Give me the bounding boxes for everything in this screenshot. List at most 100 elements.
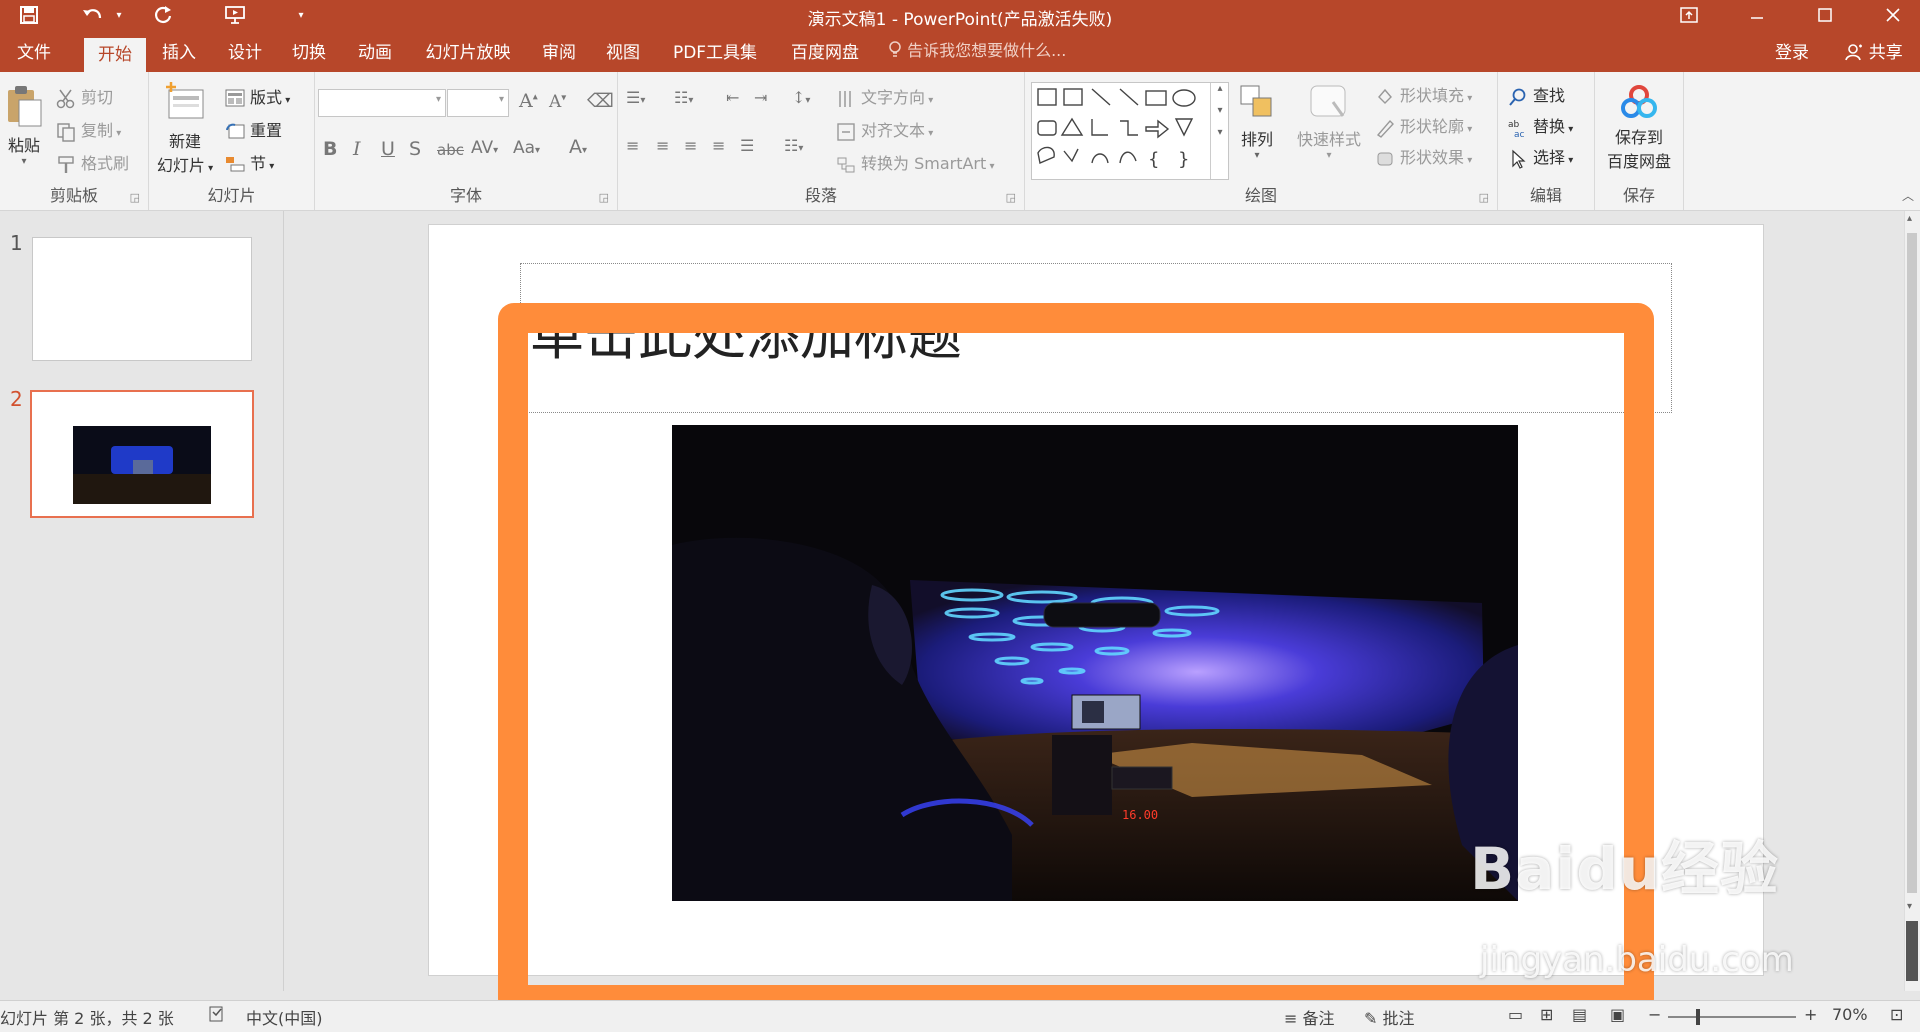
status-bar: 幻灯片 第 2 张，共 2 张 中文(中国) ≡ 备注 ✎ 批注 ▭ ⊞ ▤ ▣… [0,1000,1920,1032]
save-to-baidu-button[interactable]: 保存到 百度网盘 [1597,84,1681,172]
font-group: ▾ ▾ A▴ A▾ ⌫ B I U S abc AV▾ Aa▾ A▾ 字体 ◲ [315,72,618,210]
tab-insert[interactable]: 插入 [152,36,206,72]
align-right-icon[interactable]: ≡ [684,136,697,155]
columns-icon[interactable]: ☷▾ [784,136,803,155]
font-color-icon[interactable]: A▾ [569,136,587,158]
shapes-gallery-scroll[interactable]: ▴ ▾ ▾ [1210,83,1229,179]
increase-indent-icon[interactable]: ⇥ [754,88,767,107]
align-text-button[interactable]: 对齐文本 ▾ [836,117,933,142]
decrease-indent-icon[interactable]: ⇤ [726,88,739,107]
zoom-level[interactable]: 70% [1832,1005,1868,1024]
tab-transitions[interactable]: 切换 [282,36,336,72]
normal-view-icon[interactable]: ▭ [1508,1005,1523,1024]
new-slide-button[interactable]: 新建 幻灯片 ▾ [153,80,217,176]
comments-button[interactable]: ✎ 批注 [1364,1005,1415,1029]
spellcheck-icon[interactable] [208,1005,226,1027]
shrink-font-icon[interactable]: A▾ [549,92,566,112]
font-name-dropdown-icon[interactable]: ▾ [436,94,441,105]
tab-design[interactable]: 设计 [218,36,272,72]
layout-button[interactable]: 版式 ▾ [225,84,290,109]
paragraph-dialog-launcher-icon[interactable]: ◲ [1006,191,1016,204]
format-painter-button[interactable]: 格式刷 [56,150,129,175]
collapse-ribbon-icon[interactable]: ︿ [1902,187,1914,204]
reset-button[interactable]: 重置 [225,117,282,142]
clear-formatting-icon[interactable]: ⌫ [587,90,614,112]
tab-slideshow[interactable]: 幻灯片放映 [412,36,524,72]
tab-view[interactable]: 视图 [596,36,650,72]
scroll-page-nav[interactable] [1906,921,1918,981]
share-button[interactable]: 共享 [1832,36,1916,72]
underline-icon[interactable]: U [381,138,395,160]
numbering-icon[interactable]: ☷▾ [674,88,693,107]
shapes-gallery[interactable]: {} ▴ ▾ ▾ [1031,82,1229,180]
section-button[interactable]: 节 ▾ [225,150,274,175]
bullets-icon[interactable]: ☰▾ [626,88,645,107]
tab-animations[interactable]: 动画 [348,36,402,72]
convert-smartart-button[interactable]: 转换为 SmartArt ▾ [836,150,995,175]
tab-file[interactable]: 文件 [0,36,68,72]
bold-icon[interactable]: B [323,138,337,160]
strikethrough-icon[interactable]: abc [437,141,464,159]
grow-font-icon[interactable]: A▴ [519,90,538,112]
shadow-icon[interactable]: S [409,138,421,160]
minimize-icon[interactable] [1734,0,1780,30]
character-spacing-icon[interactable]: AV▾ [471,138,498,158]
zoom-in-button[interactable]: + [1804,1005,1817,1024]
slide-thumbnail-1[interactable] [32,237,252,361]
slides-group: 新建 幻灯片 ▾ 版式 ▾ 重置 节 ▾ 幻灯片 [149,72,315,210]
editing-group: 查找 ab ac 替换 ▾ 选择 ▾ 编辑 [1498,72,1595,210]
replace-button[interactable]: ab ac 替换 ▾ [1508,113,1573,140]
tell-me-text: 告诉我您想要做什么... [907,41,1067,60]
text-direction-button[interactable]: 文字方向 ▾ [836,84,933,109]
font-size-dropdown-icon[interactable]: ▾ [499,94,504,105]
shape-outline-button[interactable]: 形状轮廓 ▾ [1375,113,1472,138]
justify-icon[interactable]: ≡ [712,136,725,155]
cut-button[interactable]: 剪切 [56,84,113,109]
tab-review[interactable]: 审阅 [532,36,586,72]
fit-slide-icon[interactable]: ⊡ [1890,1005,1903,1024]
scroll-up-arrow[interactable]: ▴ [1907,213,1912,224]
slide-sorter-icon[interactable]: ⊞ [1540,1005,1553,1024]
font-name-combo[interactable]: ▾ [318,89,446,117]
scroll-thumb[interactable] [1907,233,1917,893]
tab-pdf-tools[interactable]: PDF工具集 [662,36,768,72]
reading-view-icon[interactable]: ▤ [1572,1005,1587,1024]
clipboard-dialog-launcher-icon[interactable]: ◲ [130,191,140,204]
shape-effects-button[interactable]: 形状效果 ▾ [1375,144,1472,169]
paste-button[interactable]: 粘贴 ▾ [4,84,44,167]
slideshow-view-icon[interactable]: ▣ [1610,1005,1625,1024]
notes-button[interactable]: ≡ 备注 [1284,1005,1335,1029]
font-dialog-launcher-icon[interactable]: ◲ [599,191,609,204]
tell-me-box[interactable]: 告诉我您想要做什么... [888,30,1066,72]
maximize-icon[interactable] [1802,0,1848,30]
close-icon[interactable] [1870,0,1916,30]
scroll-down-arrow[interactable]: ▾ [1907,901,1912,912]
paste-label: 粘贴 [7,136,40,155]
paragraph-group-label: 段落 [804,186,837,205]
arrange-button[interactable]: 排列 ▾ [1235,82,1279,161]
vertical-scrollbar[interactable]: ▴ ▾ [1904,211,1920,991]
zoom-out-button[interactable]: − [1648,1005,1661,1024]
shape-fill-button[interactable]: 形状填充 ▾ [1375,82,1472,107]
find-button[interactable]: 查找 [1508,82,1565,107]
tab-home[interactable]: 开始 [84,38,146,72]
slide-thumbnail-2[interactable] [30,390,254,518]
tab-baidu-netdisk[interactable]: 百度网盘 [780,36,870,72]
font-size-combo[interactable]: ▾ [447,89,509,117]
paste-dropdown-icon[interactable]: ▾ [4,156,44,167]
select-button[interactable]: 选择 ▾ [1508,144,1573,169]
language-status[interactable]: 中文(中国) [246,1005,323,1029]
line-spacing-icon[interactable]: ↕▾ [792,88,810,107]
copy-button[interactable]: 复制 ▾ [56,117,121,142]
distributed-icon[interactable]: ☰ [740,136,754,155]
ribbon-display-options-icon[interactable] [1666,0,1712,30]
zoom-slider[interactable] [1668,1016,1796,1018]
zoom-slider-thumb[interactable] [1696,1009,1700,1025]
change-case-icon[interactable]: Aa▾ [513,138,540,158]
align-left-icon[interactable]: ≡ [626,136,639,155]
sign-in-link[interactable]: 登录 [1762,36,1822,72]
align-center-icon[interactable]: ≡ [656,136,669,155]
quick-styles-button[interactable]: 快速样式 ▾ [1289,82,1369,161]
drawing-dialog-launcher-icon[interactable]: ◲ [1479,191,1489,204]
italic-icon[interactable]: I [353,138,361,160]
